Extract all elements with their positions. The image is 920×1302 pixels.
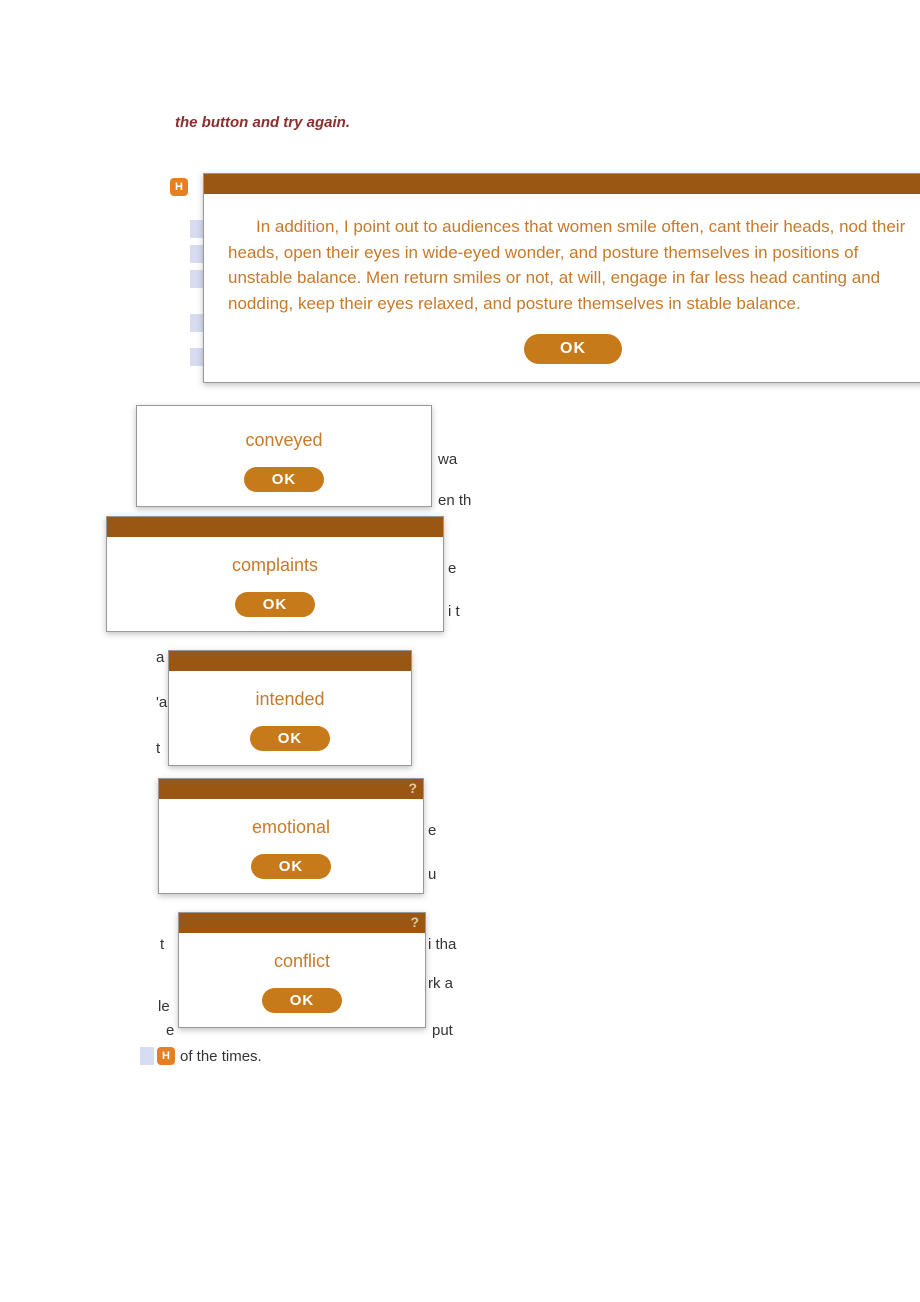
bg-text-fragment: t <box>156 740 160 757</box>
modal-complaints: complaints OK <box>106 516 444 632</box>
modal-body: intended OK <box>169 671 411 765</box>
modal-body: conflict OK <box>179 933 425 1027</box>
bg-stripe <box>190 270 204 288</box>
modal-body: conveyed OK <box>137 406 431 506</box>
bg-text-fragment: e <box>166 1022 174 1039</box>
modal-header[interactable] <box>107 517 443 537</box>
bg-text-fragment: t <box>160 936 164 953</box>
ok-button[interactable]: OK <box>235 592 316 617</box>
bg-text-fragment: 'a <box>156 694 167 711</box>
modal-text: emotional <box>179 815 403 840</box>
hint-icon[interactable]: H <box>170 178 188 196</box>
bg-text-fragment: e <box>448 560 456 577</box>
modal-text: conveyed <box>157 428 411 453</box>
bg-text-fragment: a <box>156 649 164 666</box>
instruction-text: the button and try again. <box>175 114 350 131</box>
modal-conflict: ? conflict OK <box>178 912 426 1028</box>
help-icon[interactable]: ? <box>408 780 417 796</box>
bg-text-fragment: u <box>428 866 436 883</box>
bg-text-fragment: i t <box>448 603 460 620</box>
modal-header[interactable]: ? <box>159 779 423 799</box>
bg-text-fragment: of the times. <box>180 1048 262 1065</box>
modal-body: emotional OK <box>159 799 423 893</box>
bg-text-fragment: wa <box>438 451 457 468</box>
modal-header[interactable] <box>169 651 411 671</box>
modal-intended: intended OK <box>168 650 412 766</box>
modal-text: conflict <box>199 949 405 974</box>
modal-body: complaints OK <box>107 537 443 631</box>
ok-button[interactable]: OK <box>250 726 331 751</box>
modal-text: In addition, I point out to audiences th… <box>228 214 918 316</box>
bg-text-fragment: i tha <box>428 936 456 953</box>
modal-conveyed: conveyed OK <box>136 405 432 507</box>
ok-button[interactable]: OK <box>262 988 343 1013</box>
modal-header[interactable]: ? <box>179 913 425 933</box>
bg-stripe <box>190 348 204 366</box>
bg-stripe <box>190 220 204 238</box>
modal-emotional: ? emotional OK <box>158 778 424 894</box>
ok-button[interactable]: OK <box>244 467 325 492</box>
bg-text-fragment: put <box>432 1022 453 1039</box>
ok-button[interactable]: OK <box>524 334 622 364</box>
modal-text: intended <box>189 687 391 712</box>
ok-button[interactable]: OK <box>251 854 332 879</box>
bg-stripe <box>190 314 204 332</box>
modal-body: In addition, I point out to audiences th… <box>204 194 920 382</box>
bg-stripe <box>140 1047 154 1065</box>
modal-main: In addition, I point out to audiences th… <box>203 173 920 383</box>
hint-icon[interactable]: H <box>157 1047 175 1065</box>
modal-header[interactable] <box>204 174 920 194</box>
help-icon[interactable]: ? <box>410 914 419 930</box>
bg-stripe <box>190 245 204 263</box>
bg-text-fragment: le <box>158 998 170 1015</box>
bg-text-fragment: e <box>428 822 436 839</box>
modal-text: complaints <box>127 553 423 578</box>
bg-text-fragment: rk a <box>428 975 453 992</box>
bg-text-fragment: en th <box>438 492 471 509</box>
